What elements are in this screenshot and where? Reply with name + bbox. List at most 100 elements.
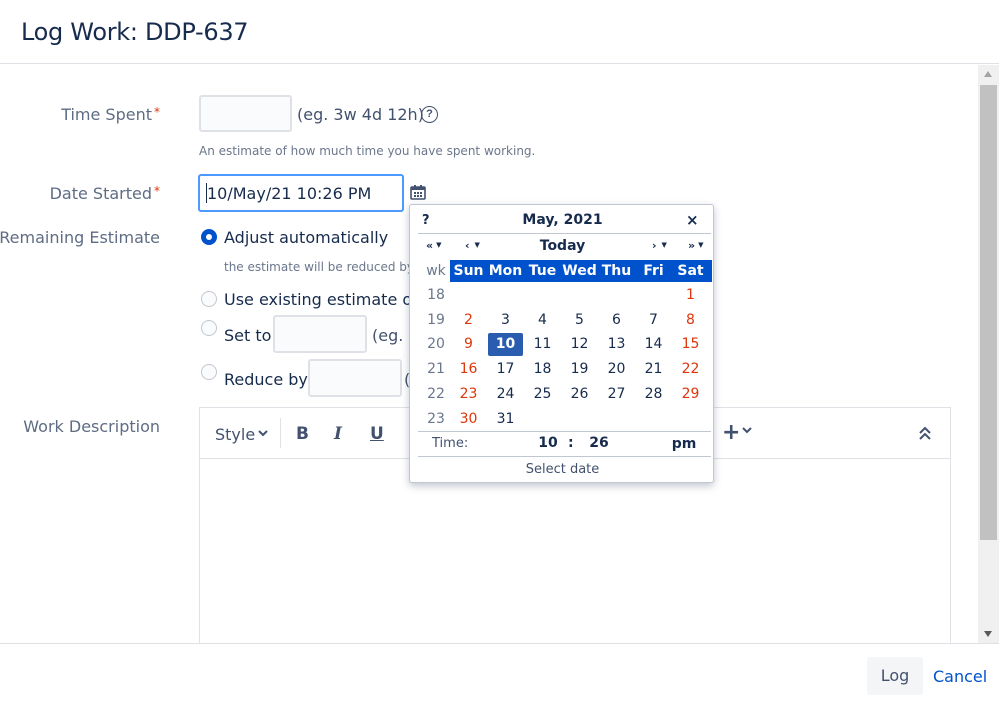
- style-dropdown-label: Style: [215, 425, 256, 444]
- time-spent-description: An estimate of how much time you have sp…: [199, 144, 536, 158]
- calendar-day[interactable]: 7: [635, 309, 672, 331]
- caret-down-icon: ▼: [698, 241, 704, 249]
- remaining-estimate-label: Remaining Estimate: [0, 228, 160, 247]
- cancel-link[interactable]: Cancel: [933, 667, 987, 686]
- calendar-day[interactable]: 2: [450, 309, 487, 331]
- day-names-header: Sun Mon Tue Wed Thu Fri Sat: [450, 260, 712, 282]
- calendar-day[interactable]: 4: [524, 309, 561, 331]
- calendar-day[interactable]: 18: [524, 358, 561, 380]
- scrollbar-thumb[interactable]: [980, 85, 997, 540]
- style-dropdown[interactable]: Style: [215, 425, 268, 444]
- calendar-day[interactable]: 12: [561, 333, 598, 355]
- calendar-close-button[interactable]: ×: [686, 211, 699, 229]
- time-colon: :: [568, 435, 574, 451]
- calendar-day[interactable]: 23: [450, 383, 487, 405]
- log-button[interactable]: Log: [867, 657, 923, 695]
- calendar-day[interactable]: 27: [598, 383, 635, 405]
- calendar-day[interactable]: 30: [450, 408, 487, 430]
- calendar-day[interactable]: 15: [672, 333, 709, 355]
- date-started-value: 10/May/21 10:26 PM: [207, 184, 372, 203]
- time-label: Time:: [432, 436, 469, 451]
- help-icon[interactable]: ?: [421, 106, 438, 123]
- toolbar-divider: [280, 418, 281, 448]
- radio-use-existing-estimate[interactable]: [201, 291, 217, 307]
- required-mark: *: [154, 184, 160, 198]
- week-number: 20: [427, 336, 445, 353]
- date-started-label-text: Date Started: [49, 184, 152, 203]
- time-spent-label-text: Time Spent: [61, 105, 152, 124]
- italic-button[interactable]: I: [334, 424, 342, 444]
- calendar-day[interactable]: 26: [561, 383, 598, 405]
- today-button[interactable]: Today: [410, 238, 715, 254]
- underline-button[interactable]: U: [370, 424, 384, 444]
- calendar-day[interactable]: 13: [598, 333, 635, 355]
- calendar-day[interactable]: 6: [598, 309, 635, 331]
- bold-button[interactable]: B: [296, 424, 309, 444]
- calendar-day[interactable]: 20: [598, 358, 635, 380]
- calendar-day[interactable]: 8: [672, 309, 709, 331]
- radio-reduce-by[interactable]: [201, 364, 217, 380]
- ampm-toggle[interactable]: pm: [664, 436, 704, 452]
- scroll-down-arrow-icon[interactable]: [984, 631, 992, 637]
- scrollbar[interactable]: [978, 65, 999, 643]
- set-to-label: Set to: [224, 326, 272, 345]
- radio-adjust-automatically[interactable]: [201, 229, 217, 245]
- calendar-day[interactable]: 24: [487, 383, 524, 405]
- calendar-day[interactable]: 25: [524, 383, 561, 405]
- calendar-day[interactable]: 5: [561, 309, 598, 331]
- text-cursor: [206, 183, 207, 203]
- calendar-popup: ? May, 2021 × «▼ ‹ ▼ Today › ▼ » ▼ wk Sun M…: [409, 204, 714, 483]
- chevron-down-icon: [258, 430, 268, 437]
- double-chevron-up-icon[interactable]: [919, 427, 931, 440]
- required-mark: *: [154, 105, 160, 119]
- calendar-day[interactable]: 22: [672, 358, 709, 380]
- radio-set-to[interactable]: [201, 320, 217, 336]
- time-spent-label: Time Spent *: [61, 105, 160, 124]
- week-number: 18: [427, 287, 445, 303]
- calendar-day[interactable]: 1: [672, 284, 709, 306]
- calendar-day[interactable]: 14: [635, 333, 672, 355]
- calendar-day[interactable]: 3: [487, 309, 524, 331]
- time-row: Time: 10 : 26 pm: [418, 431, 711, 457]
- day-name: Tue: [528, 263, 557, 279]
- calendar-day[interactable]: 31: [487, 408, 524, 430]
- calendar-day[interactable]: 11: [524, 333, 561, 355]
- caret-down-icon: ▼: [661, 241, 667, 249]
- reduce-by-label: Reduce by: [224, 370, 308, 389]
- insert-button[interactable]: +: [722, 420, 753, 445]
- next-month-button[interactable]: › ▼: [652, 239, 667, 252]
- week-number: 22: [427, 385, 445, 402]
- week-number: 21: [427, 361, 445, 378]
- next-year-label: »: [688, 239, 696, 252]
- time-spent-input[interactable]: [199, 95, 292, 132]
- scroll-up-arrow-icon[interactable]: [984, 71, 992, 77]
- calendar-day[interactable]: 29: [672, 383, 709, 405]
- day-name: Thu: [601, 263, 632, 279]
- calendar-day[interactable]: 19: [561, 358, 598, 380]
- next-year-button[interactable]: » ▼: [688, 239, 704, 252]
- set-to-input[interactable]: [273, 315, 367, 353]
- date-started-input[interactable]: 10/May/21 10:26 PM: [198, 174, 404, 212]
- week-column-header: wk: [426, 263, 446, 279]
- calendar-icon[interactable]: [410, 184, 426, 200]
- reduce-by-input[interactable]: [308, 359, 402, 397]
- date-started-label: Date Started *: [50, 184, 160, 203]
- calendar-day[interactable]: 28: [635, 383, 672, 405]
- day-name: Fri: [643, 263, 664, 279]
- calendar-day-selected[interactable]: 10: [488, 333, 523, 357]
- day-name: Sun: [453, 263, 484, 279]
- day-name: Mon: [488, 263, 523, 279]
- calendar-month-title: May, 2021: [522, 212, 603, 228]
- calendar-day[interactable]: 9: [450, 333, 487, 355]
- calendar-day[interactable]: 17: [487, 358, 524, 380]
- chevron-down-icon: [742, 427, 753, 434]
- calendar-day[interactable]: 16: [450, 358, 487, 380]
- minute-field[interactable]: 26: [582, 435, 616, 451]
- work-description-label: Work Description: [23, 417, 160, 436]
- time-spent-format-hint: (eg. 3w 4d 12h): [297, 105, 424, 124]
- hour-field[interactable]: 10: [530, 435, 566, 455]
- adjust-automatically-label: Adjust automatically: [224, 228, 389, 247]
- week-number: 23: [427, 410, 445, 427]
- calendar-day[interactable]: 21: [635, 358, 672, 380]
- select-date-status: Select date: [525, 462, 600, 477]
